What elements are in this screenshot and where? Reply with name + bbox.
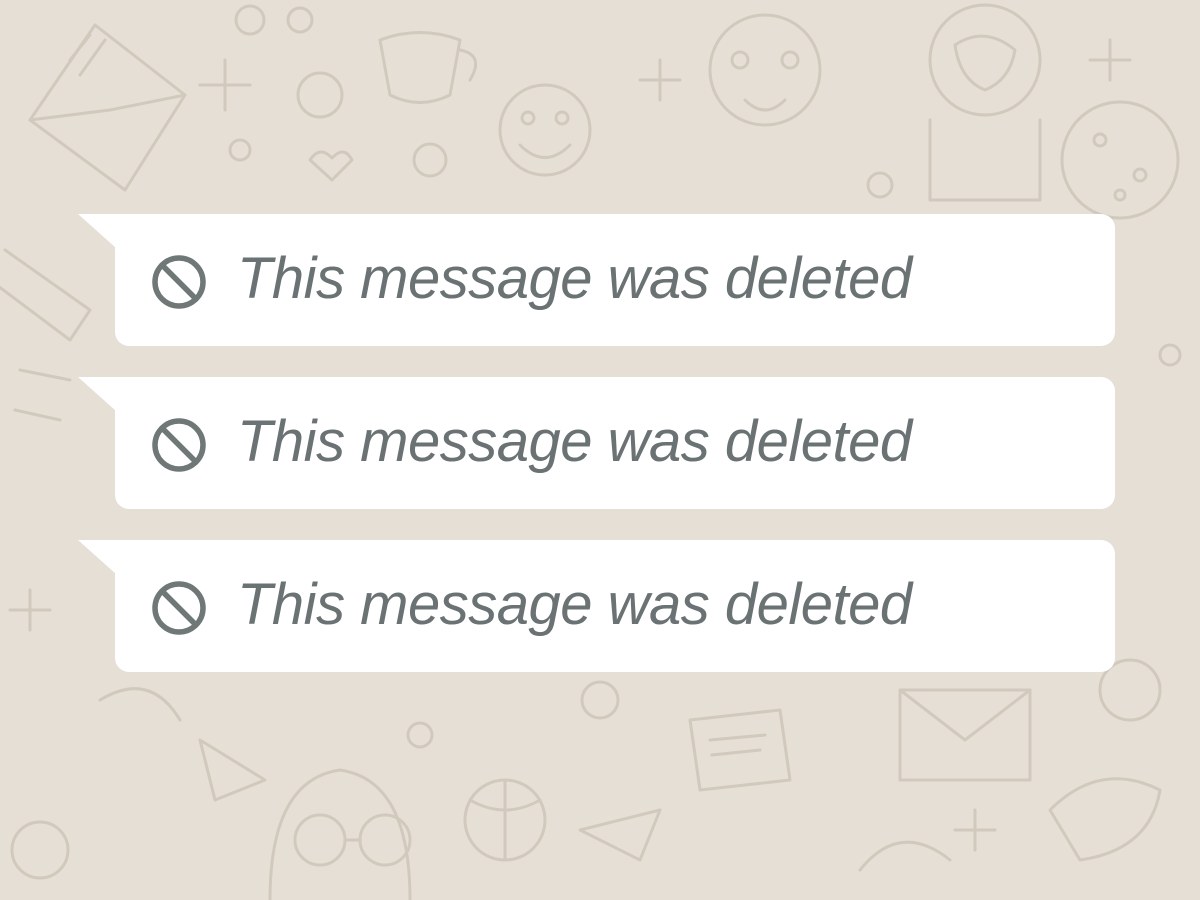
bubble-tail bbox=[78, 377, 116, 411]
chat-messages-area: This message was deleted This message wa… bbox=[0, 0, 1200, 900]
deleted-message-bubble[interactable]: This message was deleted bbox=[78, 377, 1115, 509]
bubble-tail bbox=[78, 540, 116, 574]
deleted-message-bubble[interactable]: This message was deleted bbox=[78, 540, 1115, 672]
bubble-tail bbox=[78, 214, 116, 248]
deleted-message-text: This message was deleted bbox=[237, 246, 912, 311]
deleted-message-text: This message was deleted bbox=[237, 572, 912, 637]
deleted-message-text: This message was deleted bbox=[237, 409, 912, 474]
deleted-message-bubble[interactable]: This message was deleted bbox=[78, 214, 1115, 346]
ban-icon bbox=[152, 418, 206, 472]
ban-icon bbox=[152, 581, 206, 635]
ban-icon bbox=[152, 255, 206, 309]
